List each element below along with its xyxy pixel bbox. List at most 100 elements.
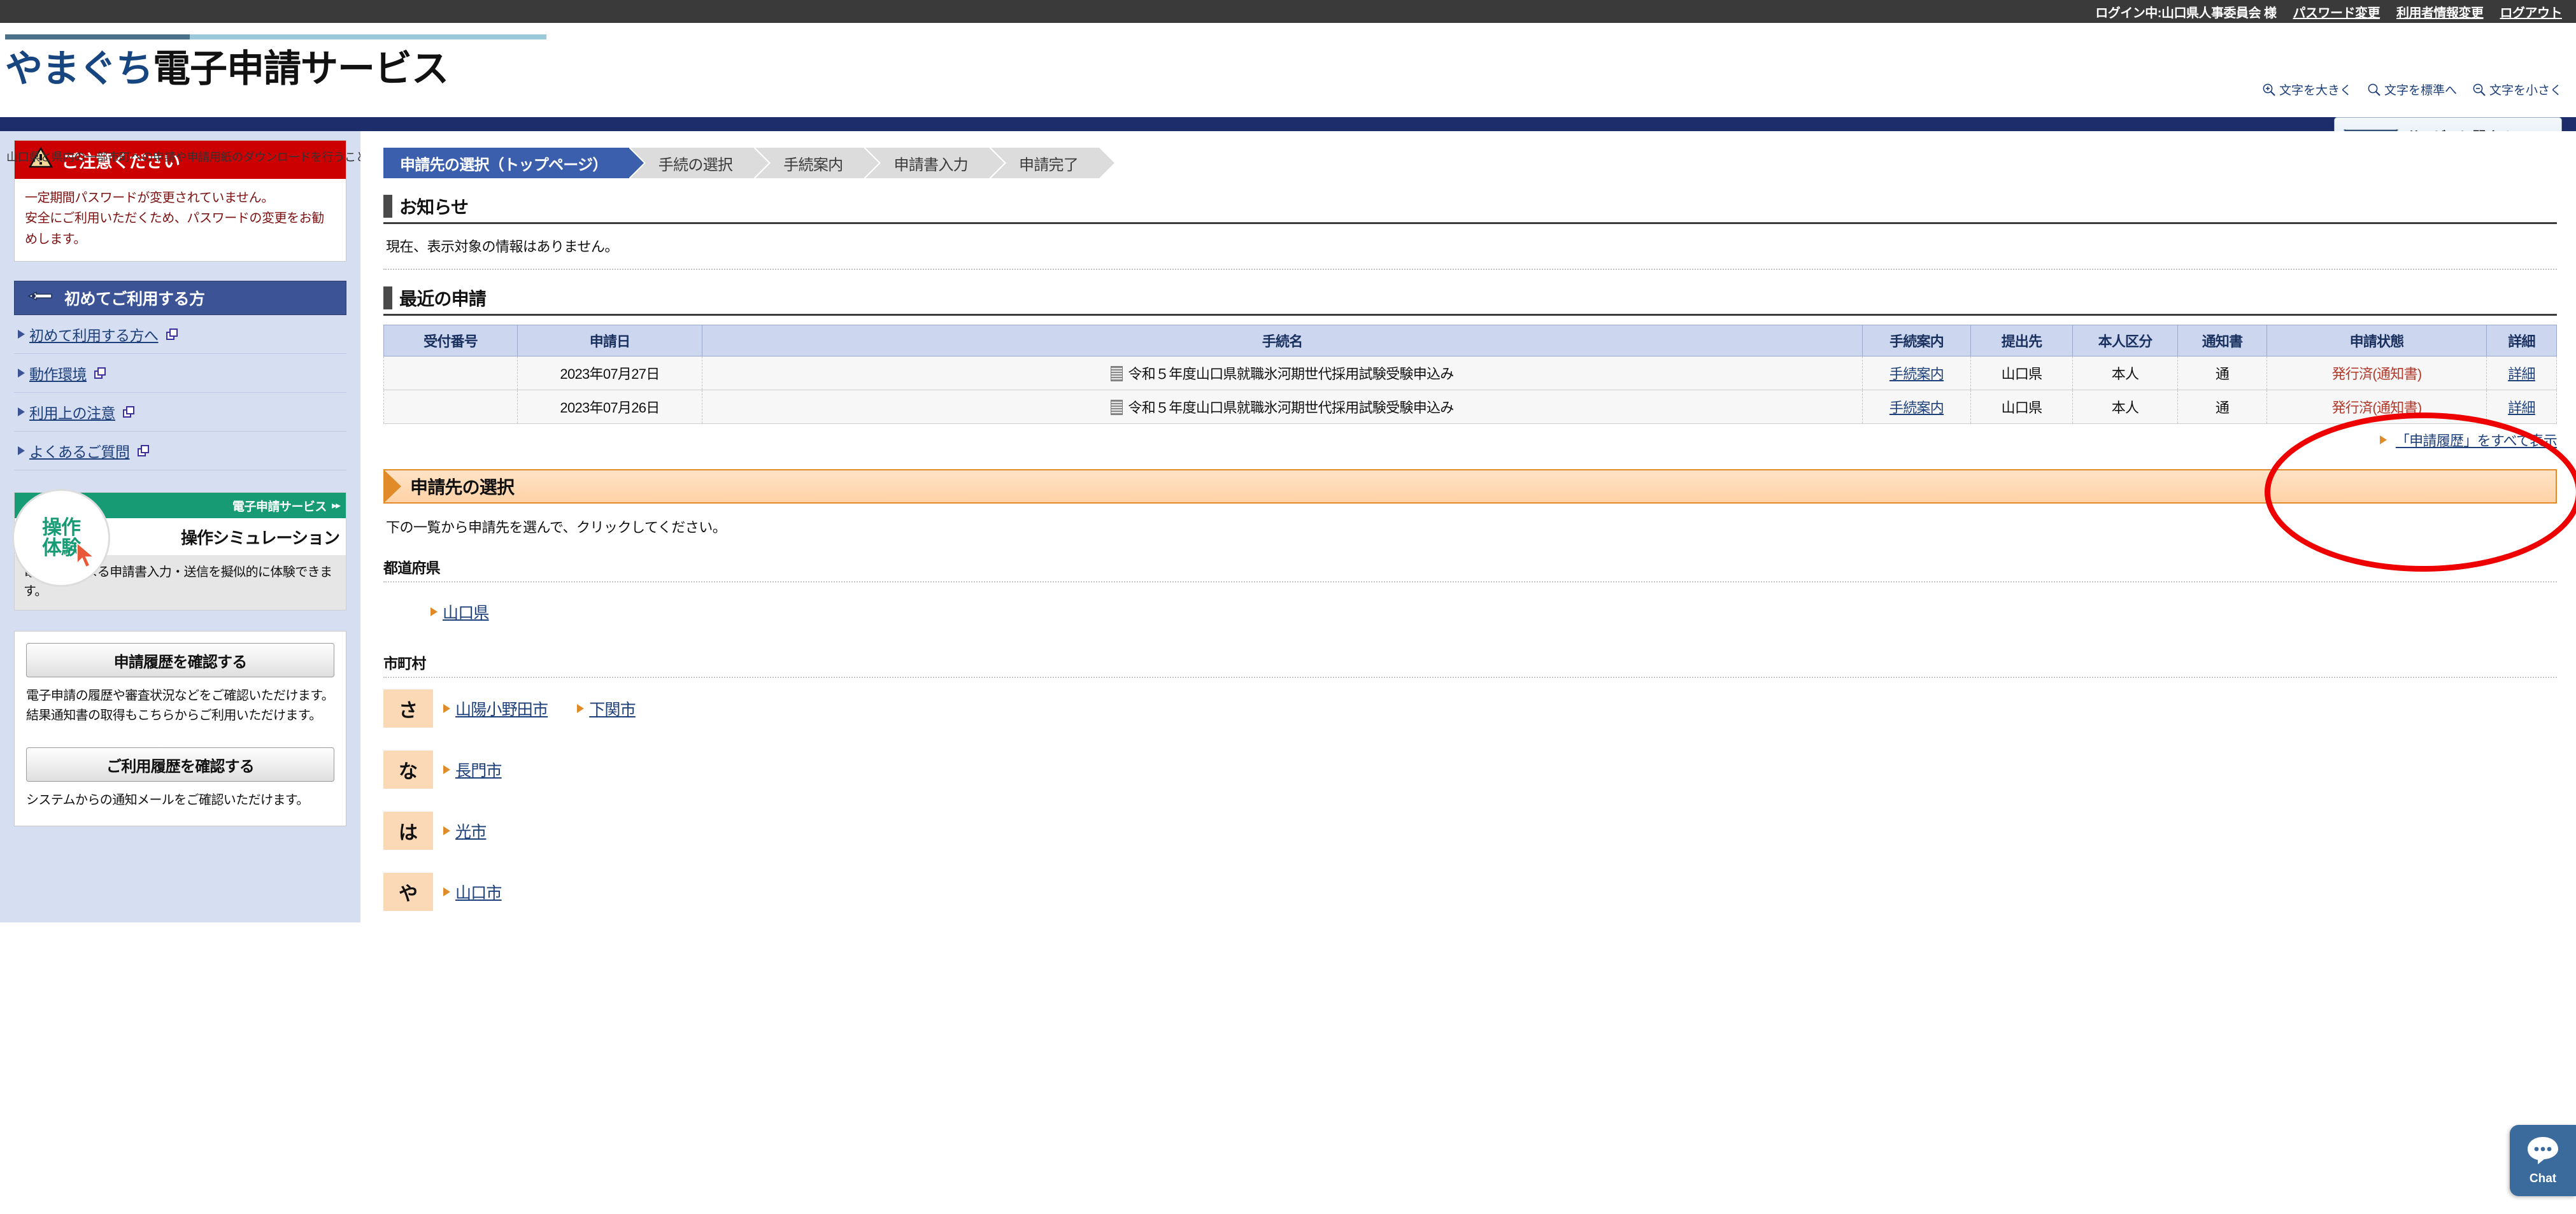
triangle-bullet-icon — [2380, 435, 2387, 444]
step-select-destination[interactable]: 申請先の選択（トップページ） — [383, 148, 644, 178]
link-hikari-city[interactable]: 光市 — [455, 819, 487, 842]
link-faq[interactable]: よくあるご質問 — [29, 440, 130, 462]
link-yamaguchi-city[interactable]: 山口市 — [455, 880, 502, 903]
chat-label: Chat — [2529, 1172, 2557, 1185]
cell-person-type: 本人 — [2072, 390, 2178, 424]
prefecture-group: 都道府県 山口県 — [383, 556, 2557, 641]
detail-link[interactable]: 詳細 — [2508, 400, 2535, 416]
cell-procedure-guide[interactable]: 手続案内 — [1862, 390, 1971, 424]
simulation-badge-line-2: 体験 — [42, 537, 81, 560]
chat-bubble-icon — [2526, 1135, 2560, 1169]
procedure-guide-link[interactable]: 手続案内 — [1889, 366, 1944, 382]
chat-widget-button[interactable]: Chat — [2510, 1125, 2576, 1196]
recent-heading: 最近の申請 — [399, 289, 487, 309]
cell-submit-to: 山口県 — [1970, 390, 2073, 424]
kana-badge-ha: は — [383, 812, 433, 850]
detail-link[interactable]: 詳細 — [2508, 366, 2535, 382]
change-user-info-link[interactable]: 利用者情報変更 — [2396, 3, 2484, 21]
prefecture-row: 山口県 — [383, 582, 2557, 641]
font-size-smaller-label: 文字を小さく — [2489, 84, 2562, 97]
cell-detail[interactable]: 詳細 — [2486, 390, 2557, 424]
zoom-out-icon — [2472, 83, 2486, 97]
cell-person-type: 本人 — [2072, 356, 2178, 390]
destination-instruction: 下の一覧から申請先を選んで、クリックしてください。 — [386, 519, 727, 535]
cursor-arrow-icon — [76, 542, 97, 572]
change-password-link[interactable]: パスワード変更 — [2293, 3, 2380, 21]
cell-procedure-name: 令和５年度山口県就職氷河期世代採用試験受験申込み — [702, 390, 1863, 424]
link-first-time-guide[interactable]: 初めて利用する方へ — [29, 323, 159, 345]
col-procedure-guide: 手続案内 — [1862, 325, 1971, 356]
step-select-procedure[interactable]: 手続の選択 — [630, 148, 769, 178]
first-time-user-panel: 初めてご利用する方 初めて利用する方へ 動作環境 利用上の注意 よくあるご質問 — [14, 281, 346, 471]
prefecture-link-item[interactable]: 山口県 — [431, 600, 489, 623]
municipality-link-item[interactable]: 長門市 — [443, 758, 502, 781]
step-application-complete[interactable]: 申請完了 — [990, 148, 1115, 178]
col-person-type: 本人区分 — [2072, 325, 2178, 356]
font-size-default-button[interactable]: 文字を標準へ — [2367, 81, 2457, 98]
cell-notice-doc: 通 — [2177, 356, 2267, 390]
caution-body: 一定期間パスワードが変更されていません。 安全にご利用いただくため、パスワードの… — [25, 191, 324, 246]
font-size-default-label: 文字を標準へ — [2384, 84, 2457, 97]
list-item[interactable]: よくあるご質問 — [14, 432, 346, 471]
municipality-link-item[interactable]: 下関市 — [577, 697, 636, 720]
triangle-bullet-icon — [18, 330, 25, 339]
col-application-date: 申請日 — [517, 325, 702, 356]
col-submit-to: 提出先 — [1970, 325, 2073, 356]
step-breadcrumb: 申請先の選択（トップページ） 手続の選択 手続案内 申請書入力 申請完了 — [383, 148, 2557, 178]
col-application-status: 申請状態 — [2266, 325, 2487, 356]
municipality-link-item[interactable]: 山口市 — [443, 880, 502, 903]
section-marker — [383, 195, 392, 218]
triangle-bullet-icon — [18, 446, 25, 456]
procedure-guide-link[interactable]: 手続案内 — [1889, 400, 1944, 416]
destination-section-header: 申請先の選択 — [383, 469, 2557, 504]
municipality-link-item[interactable]: 山陽小野田市 — [443, 697, 548, 720]
site-logo[interactable]: やまぐち電子申請サービス — [5, 38, 449, 92]
step-application-input[interactable]: 申請書入力 — [865, 148, 1004, 178]
link-yamaguchi-prefecture[interactable]: 山口県 — [443, 600, 489, 623]
municipality-row-na: な 長門市 — [383, 739, 2557, 800]
font-size-smaller-button[interactable]: 文字を小さく — [2472, 81, 2562, 98]
link-shimonoseki-city[interactable]: 下関市 — [589, 697, 636, 720]
link-system-requirements[interactable]: 動作環境 — [29, 362, 87, 384]
link-usage-notes[interactable]: 利用上の注意 — [29, 401, 116, 423]
triangle-bullet-icon — [431, 607, 438, 616]
cell-detail[interactable]: 詳細 — [2486, 356, 2557, 390]
usage-history-description: システムからの通知メールをご確認いただけます。 — [26, 793, 309, 808]
step-procedure-guide[interactable]: 手続案内 — [755, 148, 879, 178]
procedure-name-text: 令和５年度山口県就職氷河期世代採用試験受験申込み — [1128, 366, 1454, 382]
link-sanyo-onoda-city[interactable]: 山陽小野田市 — [455, 697, 548, 720]
recent-section-header: 最近の申請 — [383, 285, 2557, 316]
zoom-reset-icon — [2367, 83, 2381, 97]
municipality-group: 市町村 さ 山陽小野田市 下関市 な 長門市 は 光市 や 山口市 — [383, 651, 2557, 922]
link-nagato-city[interactable]: 長門市 — [455, 758, 502, 781]
cell-application-status: 発行済(通知書) — [2266, 356, 2487, 390]
kana-badge-na: な — [383, 751, 433, 789]
simulation-service-label: 電子申請サービス — [232, 500, 327, 514]
notice-heading: お知らせ — [399, 197, 469, 217]
table-header-row: 受付番号 申請日 手続名 手続案内 提出先 本人区分 通知書 申請状態 詳細 — [383, 325, 2557, 356]
logo-kana-text: やまぐち — [5, 48, 153, 90]
cell-procedure-guide[interactable]: 手続案内 — [1862, 356, 1971, 390]
external-link-icon — [94, 367, 106, 379]
check-usage-history-button[interactable]: ご利用履歴を確認する — [26, 747, 334, 782]
logout-link[interactable]: ログアウト — [2500, 3, 2563, 21]
check-application-history-button[interactable]: 申請履歴を確認する — [26, 643, 334, 678]
operation-simulation-panel[interactable]: 電子申請サービス ▸▸ 操作シミュレーション 電子申請による申請書入力・送信を擬… — [12, 489, 346, 611]
external-link-icon — [137, 445, 149, 457]
list-item[interactable]: 動作環境 — [14, 354, 346, 393]
show-all-history-link[interactable]: 「申請履歴」をすべて表示 — [2396, 433, 2558, 449]
municipality-row-sa: さ 山陽小野田市 下関市 — [383, 678, 2557, 739]
col-detail: 詳細 — [2486, 325, 2557, 356]
list-item[interactable]: 初めて利用する方へ — [14, 315, 346, 355]
triangle-bullet-icon — [443, 765, 450, 774]
cell-application-status: 発行済(通知書) — [2266, 390, 2487, 424]
external-link-icon — [166, 328, 178, 341]
list-item[interactable]: 利用上の注意 — [14, 393, 346, 432]
table-row: 2023年07月27日 令和５年度山口県就職氷河期世代採用試験受験申込み 手続案… — [383, 356, 2557, 390]
municipality-label: 市町村 — [383, 655, 426, 672]
triangle-bullet-icon — [443, 887, 450, 896]
notice-body: 現在、表示対象の情報はありません。 — [386, 239, 618, 255]
cell-application-date: 2023年07月27日 — [517, 356, 702, 390]
municipality-link-item[interactable]: 光市 — [443, 819, 487, 842]
font-size-larger-button[interactable]: 文字を大きく — [2262, 81, 2352, 98]
